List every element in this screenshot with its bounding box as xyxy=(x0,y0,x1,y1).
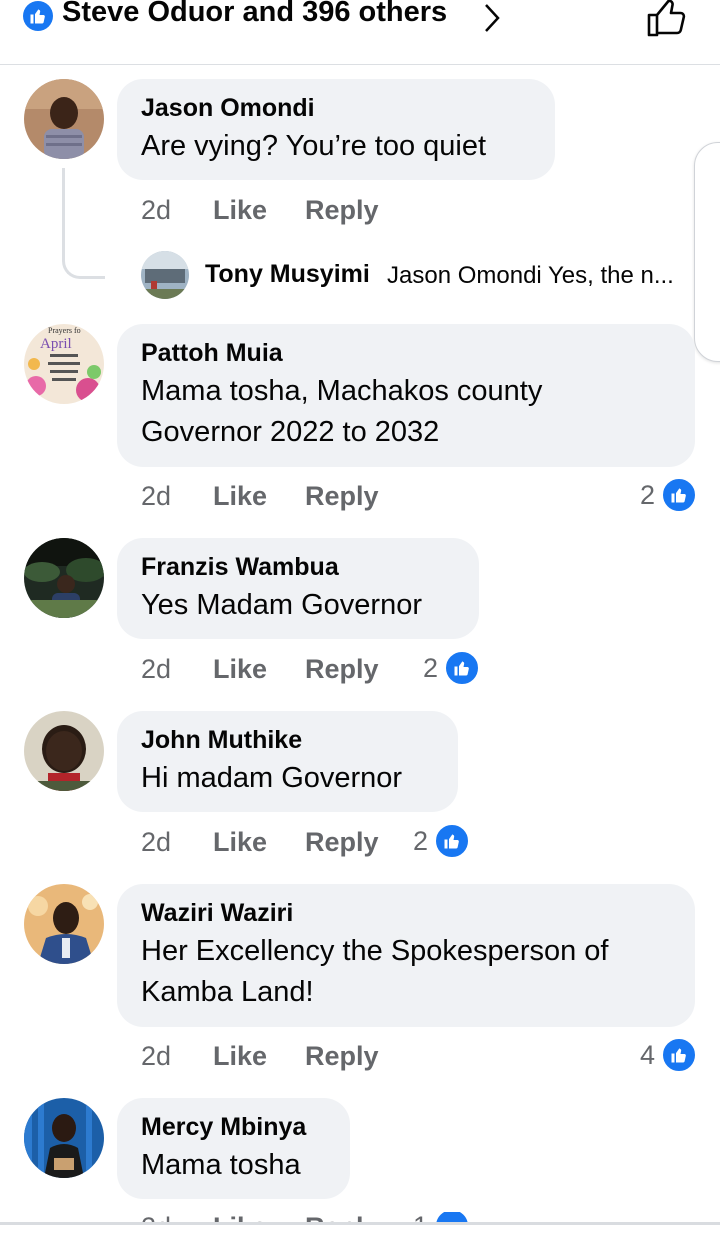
like-link[interactable]: Like xyxy=(213,1212,305,1222)
comment-time[interactable]: 2d xyxy=(141,827,213,858)
comment-text: Hi madam Governor xyxy=(141,762,403,794)
reply-link[interactable]: Reply xyxy=(305,827,379,858)
comment-bubble[interactable]: Waziri Waziri Her Excellency the Spokesp… xyxy=(117,884,695,1027)
reply-link[interactable]: Reply xyxy=(305,1212,379,1222)
reply-link[interactable]: Reply xyxy=(305,1041,379,1072)
comment-author[interactable]: Franzis Wambua xyxy=(141,550,455,584)
comment-bubble[interactable]: Franzis Wambua Yes Madam Governor xyxy=(117,538,479,639)
reaction-number: 2 xyxy=(640,479,656,510)
comment-author[interactable]: Jason Omondi xyxy=(141,91,531,125)
comment-author[interactable]: Pattoh Muia xyxy=(141,336,671,370)
chevron-right-icon[interactable] xyxy=(481,2,503,34)
avatar-text: April xyxy=(40,336,72,352)
comment-text: Mama tosha xyxy=(141,1149,301,1181)
like-reaction-icon xyxy=(661,477,698,513)
comment-time[interactable]: 2d xyxy=(141,195,213,226)
comment-bubble[interactable]: Pattoh Muia Mama tosha, Machakos county … xyxy=(117,324,695,467)
thread-connector xyxy=(62,168,105,279)
reactions-header[interactable]: Steve Oduor and 396 others xyxy=(0,0,720,65)
like-reaction-icon xyxy=(444,650,481,686)
comment-actions: 2d Like Reply xyxy=(141,827,379,858)
comment-bubble[interactable]: John Muthike Hi madam Governor xyxy=(117,711,458,812)
comment-author[interactable]: Waziri Waziri xyxy=(141,896,671,930)
comment-time[interactable]: 2d xyxy=(141,481,213,512)
comment-bubble[interactable]: Mercy Mbinya Mama tosha xyxy=(117,1098,350,1199)
comment-actions: 2d Like Reply xyxy=(141,654,379,685)
avatar-text: Prayers fo xyxy=(48,326,81,335)
comment-actions: 2d Like Reply xyxy=(141,195,379,226)
comment-text: Mama tosha, Machakos county Governor 202… xyxy=(141,375,543,448)
comment-actions: 2d Like Reply xyxy=(141,1041,379,1072)
reply-avatar[interactable] xyxy=(141,251,189,299)
comment-bubble[interactable]: Jason Omondi Are vying? You’re too quiet xyxy=(117,79,555,180)
reply-author[interactable]: Tony Musyimi xyxy=(205,260,370,289)
comment-time[interactable]: 2d xyxy=(141,1041,213,1072)
reply-link[interactable]: Reply xyxy=(305,195,379,226)
reaction-number: 2 xyxy=(423,652,439,683)
reaction-count[interactable]: 2 xyxy=(413,823,471,859)
reaction-count[interactable]: 4 xyxy=(640,1037,698,1073)
comment-text: Are vying? You’re too quiet xyxy=(141,130,487,162)
comment-actions: 2d Like Reply xyxy=(141,481,379,512)
reaction-count[interactable]: 2 xyxy=(640,477,698,513)
like-link[interactable]: Like xyxy=(213,481,305,512)
avatar[interactable] xyxy=(24,538,104,618)
reply-text: Jason Omondi Yes, the n... xyxy=(387,262,674,289)
avatar[interactable] xyxy=(24,79,104,159)
reply-preview[interactable]: Tony Musyimi Jason Omondi Yes, the n... xyxy=(141,251,701,301)
reaction-count[interactable]: 2 xyxy=(423,650,481,686)
avatar[interactable] xyxy=(24,1098,104,1178)
reply-link[interactable]: Reply xyxy=(305,654,379,685)
thumbs-up-outline-icon[interactable] xyxy=(646,0,690,38)
comment-text: Her Excellency the Spokesperson of Kamba… xyxy=(141,935,609,1008)
avatar[interactable] xyxy=(24,711,104,791)
comment-text: Yes Madam Governor xyxy=(141,589,423,621)
like-link[interactable]: Like xyxy=(213,827,305,858)
like-link[interactable]: Like xyxy=(213,1041,305,1072)
reply-link[interactable]: Reply xyxy=(305,481,379,512)
avatar[interactable] xyxy=(24,884,104,964)
avatar[interactable]: Prayers fo April xyxy=(24,324,104,404)
comment-actions: 2d Like Reply xyxy=(141,1212,379,1222)
like-link[interactable]: Like xyxy=(213,654,305,685)
comment-time[interactable]: 2d xyxy=(141,654,213,685)
clipped-actions-row: 2d Like Reply 1 xyxy=(0,1212,720,1222)
comment-time[interactable]: 2d xyxy=(141,1212,213,1222)
comment-author[interactable]: John Muthike xyxy=(141,723,434,757)
reaction-count[interactable]: 1 xyxy=(413,1212,471,1222)
likes-summary[interactable]: Steve Oduor and 396 others xyxy=(62,0,447,29)
reaction-number: 1 xyxy=(413,1212,428,1222)
like-reaction-icon xyxy=(661,1037,698,1073)
comment-author[interactable]: Mercy Mbinya xyxy=(141,1110,326,1144)
like-badge-icon xyxy=(23,1,53,31)
reaction-number: 2 xyxy=(413,825,429,856)
bottom-divider xyxy=(0,1222,720,1225)
like-reaction-icon xyxy=(434,823,471,859)
like-link[interactable]: Like xyxy=(213,195,305,226)
like-reaction-icon xyxy=(434,1212,471,1222)
reaction-number: 4 xyxy=(640,1039,656,1070)
